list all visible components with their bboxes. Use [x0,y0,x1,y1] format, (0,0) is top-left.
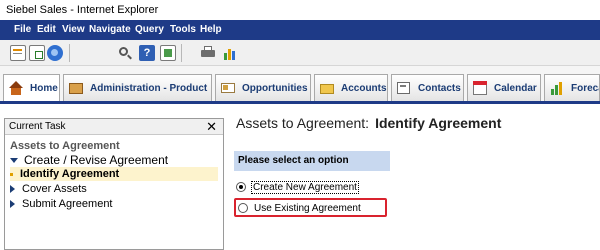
menu-navigate[interactable]: Navigate [89,24,131,35]
task-title: Assets to Agreement [10,140,120,152]
page-title-step: Identify Agreement [375,115,502,131]
tab-home-label: Home [30,82,58,94]
tab-forecasts-label: Foreca [571,82,599,94]
calendar-icon [472,80,488,96]
window-title: Siebel Sales - Internet Explorer [6,4,159,16]
toolbar: ? [0,40,600,66]
option-label: Create New Agreement [251,180,359,194]
screen-tab-bar: Home Administration - Product Opportunit… [0,66,600,104]
task-step-label: Cover Assets [22,183,87,195]
page-title-prefix: Assets to Agreement: [236,115,370,131]
refresh-icon[interactable] [47,45,63,61]
tab-opportunities[interactable]: Opportunities [215,74,311,101]
copy-record-icon[interactable] [29,45,45,61]
search-icon[interactable] [117,45,133,61]
radio-create-new[interactable] [236,182,246,192]
forecast-chart-icon [549,80,565,96]
task-step-label: Submit Agreement [22,198,113,210]
print-icon[interactable] [200,45,216,61]
close-icon[interactable]: ✕ [206,119,217,135]
task-pane-header: Current Task ✕ [5,119,223,135]
card-icon [220,80,236,96]
toolbar-divider [181,44,182,62]
menu-edit[interactable]: Edit [37,24,56,35]
highlight-box [234,198,387,217]
folder-icon [319,80,335,96]
menu-view[interactable]: View [62,24,85,35]
tab-calendar-label: Calendar [494,82,537,94]
tab-accounts-label: Accounts [341,82,387,94]
page-title: Assets to Agreement: Identify Agreement [236,115,501,131]
tab-home[interactable]: Home [3,74,60,101]
collapsed-triangle-icon [10,200,15,208]
tab-contacts[interactable]: Contacts [391,74,464,101]
collapsed-triangle-icon [10,185,15,193]
expand-triangle-icon [10,157,18,163]
tab-contacts-label: Contacts [418,82,461,94]
menu-bar: File Edit View Navigate Query Tools Help [0,20,600,40]
tab-calendar[interactable]: Calendar [467,74,541,101]
current-step-bullet-icon [10,172,13,176]
new-record-icon[interactable] [10,45,26,61]
help-icon[interactable]: ? [139,45,155,61]
contact-card-icon [396,80,412,96]
tab-administration-product-label: Administration - Product [90,82,208,94]
task-step-submit-agreement[interactable]: Submit Agreement [10,197,218,211]
window-titlebar: Siebel Sales - Internet Explorer [0,0,600,20]
task-group-create-revise[interactable]: Create / Revise Agreement [10,153,218,167]
task-pane: Current Task ✕ Assets to Agreement Creat… [4,118,224,250]
tab-administration-product[interactable]: Administration - Product [63,74,212,101]
option-form: Please select an option Create New Agree… [234,151,390,217]
task-group-label: Create / Revise Agreement [24,153,169,167]
tab-forecasts[interactable]: Foreca [544,74,600,101]
task-step-identify-agreement[interactable]: Identify Agreement [10,167,218,181]
tab-accounts[interactable]: Accounts [314,74,388,101]
tab-opportunities-label: Opportunities [242,82,308,94]
task-pane-header-label: Current Task [9,121,66,132]
menu-query[interactable]: Query [135,24,164,35]
task-step-label: Identify Agreement [20,168,120,180]
chart-icon[interactable] [222,45,238,61]
menu-file[interactable]: File [14,24,31,35]
option-create-new-agreement[interactable]: Create New Agreement [236,179,359,195]
task-step-cover-assets[interactable]: Cover Assets [10,182,218,196]
box-icon [68,80,84,96]
option-header: Please select an option [234,151,390,171]
home-icon [8,80,24,96]
toolbar-divider [69,44,70,62]
menu-help[interactable]: Help [200,24,222,35]
menu-tools[interactable]: Tools [170,24,196,35]
checklist-icon[interactable] [160,45,176,61]
